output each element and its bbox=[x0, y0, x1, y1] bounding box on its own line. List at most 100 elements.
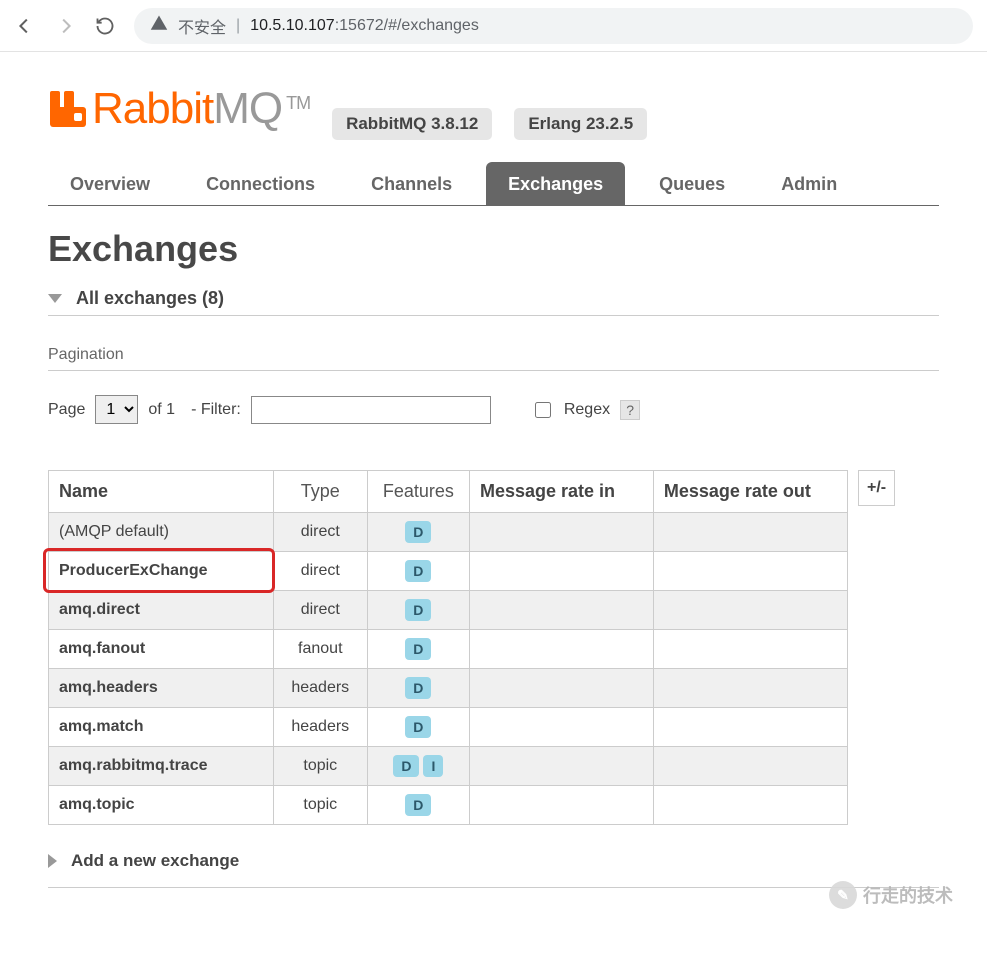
col-name[interactable]: Name bbox=[49, 471, 274, 513]
page-label: Page bbox=[48, 401, 85, 419]
watermark: ✎ 行走的技术 bbox=[829, 881, 953, 909]
of-label: of 1 bbox=[148, 401, 175, 419]
rate-out-cell bbox=[653, 513, 847, 552]
erlang-pill: Erlang 23.2.5 bbox=[514, 108, 647, 140]
table-row: amq.topictopic D bbox=[49, 786, 848, 825]
exchange-type-cell: direct bbox=[273, 513, 367, 552]
table-row: (AMQP default)direct D bbox=[49, 513, 848, 552]
exchange-features-cell: D bbox=[367, 669, 469, 708]
feature-badge: D bbox=[405, 638, 431, 660]
exchange-name-cell[interactable]: amq.match bbox=[49, 708, 274, 747]
exchange-name-cell[interactable]: amq.topic bbox=[49, 786, 274, 825]
version-pill: RabbitMQ 3.8.12 bbox=[332, 108, 492, 140]
logo-tm: TM bbox=[286, 93, 310, 114]
tab-admin[interactable]: Admin bbox=[759, 162, 859, 205]
exchange-features-cell: D bbox=[367, 786, 469, 825]
exchange-features-cell: D bbox=[367, 708, 469, 747]
rate-in-cell bbox=[469, 747, 653, 786]
exchange-features-cell: D bbox=[367, 591, 469, 630]
feature-badge: D bbox=[405, 677, 431, 699]
exchange-type-cell: topic bbox=[273, 786, 367, 825]
exchange-features-cell: D bbox=[367, 513, 469, 552]
exchange-name-cell[interactable]: ProducerExChange bbox=[49, 552, 274, 591]
back-button[interactable] bbox=[14, 15, 36, 37]
rabbitmq-logo-icon bbox=[48, 89, 88, 129]
tab-overview[interactable]: Overview bbox=[48, 162, 172, 205]
page-content: RabbitMQ TM RabbitMQ 3.8.12 Erlang 23.2.… bbox=[0, 52, 987, 928]
exchange-type-cell: fanout bbox=[273, 630, 367, 669]
filter-row: Page 1 of 1 - Filter: Regex ? bbox=[48, 395, 939, 424]
logo-text-rabbit: Rabbit bbox=[92, 84, 213, 134]
exchanges-table: Name Type Features Message rate in Messa… bbox=[48, 470, 848, 825]
filter-input[interactable] bbox=[251, 396, 491, 424]
exchanges-table-wrap: Name Type Features Message rate in Messa… bbox=[48, 470, 939, 825]
forward-button[interactable] bbox=[54, 15, 76, 37]
table-row: amq.fanoutfanout D bbox=[49, 630, 848, 669]
rate-in-cell bbox=[469, 708, 653, 747]
chevron-right-icon bbox=[48, 854, 57, 868]
columns-toggle-button[interactable]: +/- bbox=[858, 470, 895, 506]
pagination-header: Pagination bbox=[48, 316, 939, 371]
col-rate-in[interactable]: Message rate in bbox=[469, 471, 653, 513]
watermark-icon: ✎ bbox=[829, 881, 857, 909]
header-row: RabbitMQ TM RabbitMQ 3.8.12 Erlang 23.2.… bbox=[48, 84, 939, 140]
add-exchange-label: Add a new exchange bbox=[71, 851, 239, 871]
regex-checkbox[interactable] bbox=[535, 402, 551, 418]
exchange-features-cell: D bbox=[367, 630, 469, 669]
tab-exchanges[interactable]: Exchanges bbox=[486, 162, 625, 205]
feature-badge: D bbox=[405, 794, 431, 816]
reload-button[interactable] bbox=[94, 15, 116, 37]
rate-in-cell bbox=[469, 786, 653, 825]
table-row: ProducerExChangedirect D bbox=[49, 552, 848, 591]
address-divider: | bbox=[236, 17, 240, 35]
section-add-exchange[interactable]: Add a new exchange bbox=[48, 851, 939, 888]
insecure-label: 不安全 bbox=[178, 14, 226, 38]
col-features[interactable]: Features bbox=[367, 471, 469, 513]
rate-in-cell bbox=[469, 591, 653, 630]
rate-out-cell bbox=[653, 591, 847, 630]
rate-out-cell bbox=[653, 708, 847, 747]
table-row: amq.matchheaders D bbox=[49, 708, 848, 747]
exchange-name-cell[interactable]: amq.rabbitmq.trace bbox=[49, 747, 274, 786]
rate-out-cell bbox=[653, 552, 847, 591]
rate-out-cell bbox=[653, 747, 847, 786]
col-type[interactable]: Type bbox=[273, 471, 367, 513]
watermark-text: 行走的技术 bbox=[863, 882, 953, 908]
feature-badge: D bbox=[405, 560, 431, 582]
exchange-name-cell[interactable]: amq.headers bbox=[49, 669, 274, 708]
rate-in-cell bbox=[469, 513, 653, 552]
exchange-name-cell[interactable]: amq.direct bbox=[49, 591, 274, 630]
insecure-warning-icon bbox=[150, 14, 168, 37]
rate-in-cell bbox=[469, 630, 653, 669]
tab-queues[interactable]: Queues bbox=[637, 162, 747, 205]
exchange-type-cell: direct bbox=[273, 591, 367, 630]
browser-chrome: 不安全 | 10.5.10.107:15672/#/exchanges bbox=[0, 0, 987, 52]
exchange-type-cell: direct bbox=[273, 552, 367, 591]
page-title: Exchanges bbox=[48, 228, 939, 270]
section-all-exchanges[interactable]: All exchanges (8) bbox=[48, 282, 939, 316]
exchange-name-cell[interactable]: amq.fanout bbox=[49, 630, 274, 669]
rate-out-cell bbox=[653, 786, 847, 825]
rate-out-cell bbox=[653, 669, 847, 708]
rate-out-cell bbox=[653, 630, 847, 669]
exchange-type-cell: topic bbox=[273, 747, 367, 786]
regex-help-button[interactable]: ? bbox=[620, 400, 640, 420]
tab-channels[interactable]: Channels bbox=[349, 162, 474, 205]
col-rate-out[interactable]: Message rate out bbox=[653, 471, 847, 513]
rabbitmq-logo[interactable]: RabbitMQ TM bbox=[48, 84, 310, 134]
chevron-down-icon bbox=[48, 294, 62, 303]
table-row: amq.headersheadersD bbox=[49, 669, 848, 708]
feature-badge: D bbox=[405, 521, 431, 543]
exchange-type-cell: headers bbox=[273, 708, 367, 747]
exchange-name-cell[interactable]: (AMQP default) bbox=[49, 513, 274, 552]
feature-badge: D bbox=[393, 755, 419, 777]
filter-label: - Filter: bbox=[191, 401, 241, 419]
page-select[interactable]: 1 bbox=[95, 395, 138, 424]
feature-badge: D bbox=[405, 716, 431, 738]
tab-connections[interactable]: Connections bbox=[184, 162, 337, 205]
logo-text-mq: MQ bbox=[213, 84, 282, 134]
rate-in-cell bbox=[469, 552, 653, 591]
exchange-features-cell: D bbox=[367, 552, 469, 591]
address-bar[interactable]: 不安全 | 10.5.10.107:15672/#/exchanges bbox=[134, 8, 973, 44]
exchange-features-cell: DI bbox=[367, 747, 469, 786]
